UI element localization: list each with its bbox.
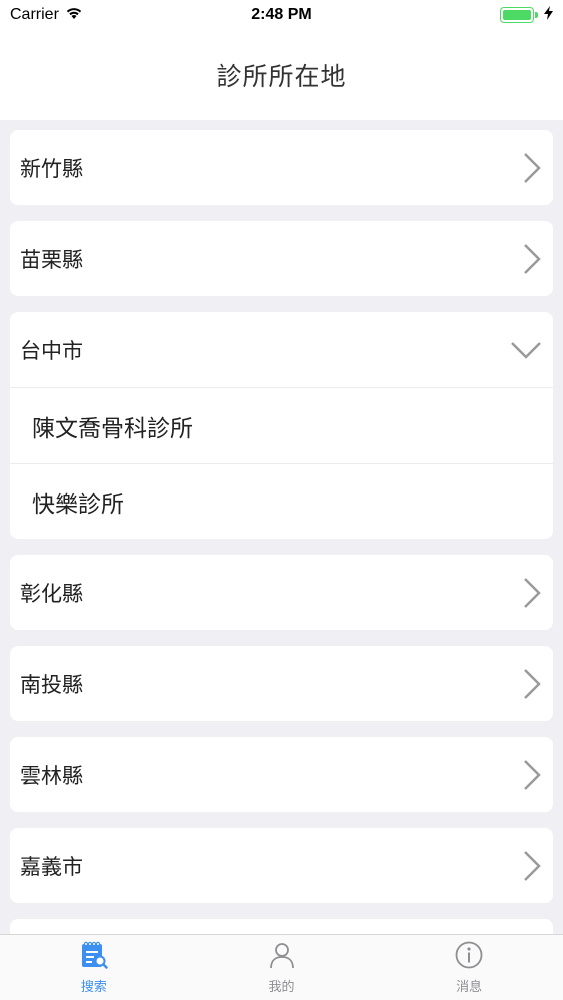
region-label: 南投縣: [20, 672, 83, 697]
chevron-right-icon: [521, 667, 543, 701]
region-card-chiayi[interactable]: 嘉義市: [10, 828, 553, 903]
search-doc-icon: [79, 940, 109, 974]
region-header[interactable]: 南投縣: [10, 646, 553, 721]
person-icon: [267, 940, 297, 974]
tab-label: 我的: [268, 980, 295, 995]
chevron-down-icon: [509, 333, 543, 367]
region-card-changhua[interactable]: 彰化縣: [10, 555, 553, 630]
status-bar: Carrier 2:48 PM: [0, 0, 563, 30]
chevron-right-icon: [521, 758, 543, 792]
region-card-hsinchu[interactable]: 新竹縣: [10, 130, 553, 205]
battery-fill: [503, 10, 531, 20]
tab-mine[interactable]: 我的: [188, 935, 376, 1000]
chevron-right-icon: [521, 151, 543, 185]
region-card-miaoli[interactable]: 苗栗縣: [10, 221, 553, 296]
tab-label: 搜索: [80, 980, 107, 995]
region-label: 台中市: [20, 338, 83, 363]
region-label: 雲林縣: [20, 763, 83, 788]
tab-messages[interactable]: 消息: [375, 935, 563, 1000]
region-header[interactable]: 嘉義市: [10, 828, 553, 903]
battery-icon: [500, 7, 538, 23]
nav-bar: 診所所在地: [0, 30, 563, 120]
tab-label: 消息: [456, 980, 483, 995]
tab-bar: 搜索 我的 消息: [0, 934, 563, 1000]
clinic-item[interactable]: 快樂診所: [10, 463, 553, 539]
status-right: [500, 5, 553, 25]
charging-bolt-icon: [544, 5, 553, 25]
region-label: 彰化縣: [20, 581, 83, 606]
region-card-taichung[interactable]: 台中市 陳文喬骨科診所 快樂診所: [10, 312, 553, 539]
region-header[interactable]: 台中市: [10, 312, 553, 387]
region-card-partial[interactable]: [10, 919, 553, 934]
region-list: 新竹縣 苗栗縣 台中市 陳文喬骨科診所 快樂診所 彰化縣 南投縣 雲林縣 嘉義市: [0, 120, 563, 934]
status-time: 2:48 PM: [251, 6, 312, 23]
carrier-label: Carrier: [10, 6, 59, 23]
region-card-nantou[interactable]: 南投縣: [10, 646, 553, 721]
chevron-right-icon: [521, 576, 543, 610]
region-card-yunlin[interactable]: 雲林縣: [10, 737, 553, 812]
tab-search[interactable]: 搜索: [0, 935, 188, 1000]
chevron-right-icon: [521, 242, 543, 276]
wifi-icon: [65, 6, 83, 25]
region-header[interactable]: 苗栗縣: [10, 221, 553, 296]
page-title: 診所所在地: [216, 62, 347, 91]
chevron-right-icon: [521, 849, 543, 883]
clinic-item[interactable]: 陳文喬骨科診所: [10, 387, 553, 463]
region-label: 嘉義市: [20, 854, 83, 879]
region-label: 苗栗縣: [20, 247, 83, 272]
region-header[interactable]: 雲林縣: [10, 737, 553, 812]
info-icon: [454, 940, 484, 974]
region-header[interactable]: 新竹縣: [10, 130, 553, 205]
region-label: 新竹縣: [20, 156, 83, 181]
region-header[interactable]: 彰化縣: [10, 555, 553, 630]
status-left: Carrier: [10, 6, 83, 25]
